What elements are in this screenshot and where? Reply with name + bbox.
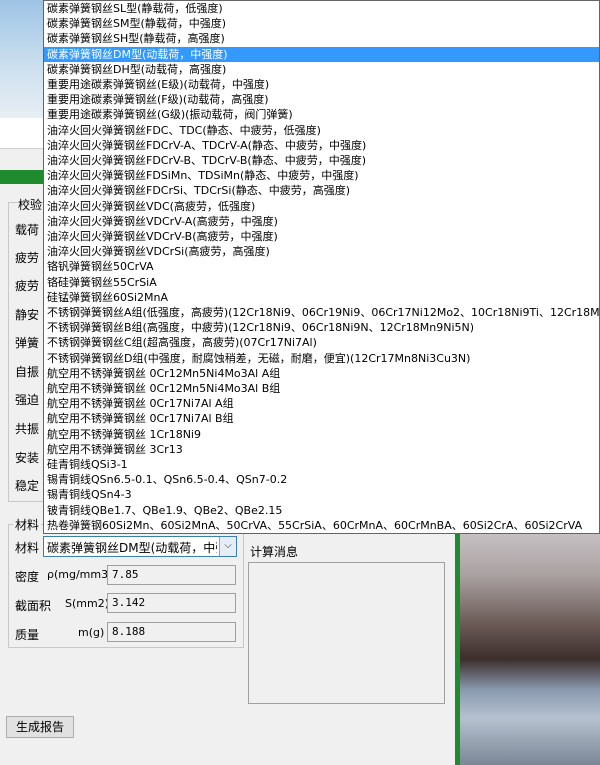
material-select[interactable]: 碳素弹簧钢丝DM型(动载荷，中强度) ⌵	[43, 536, 237, 557]
check-label: 疲劳	[15, 279, 40, 293]
dropdown-option[interactable]: 不锈钢弹簧钢丝A组(低强度，高疲劳)(12Cr18Ni9、06Cr19Ni9、0…	[44, 305, 599, 320]
dropdown-option[interactable]: 油淬火回火弹簧钢丝FDCrV-B、TDCrV-B(静态、中疲劳，中强度)	[44, 153, 599, 168]
dropdown-option[interactable]: 碳素弹簧钢丝SH型(静载荷，高强度)	[44, 31, 599, 46]
background-photo	[460, 530, 600, 765]
dropdown-option[interactable]: 碳素弹簧钢丝SM型(静载荷，中强度)	[44, 16, 599, 31]
dropdown-option[interactable]: 碳素弹簧钢丝SL型(静载荷，低强度)	[44, 1, 599, 16]
dropdown-option[interactable]: 油淬火回火弹簧钢丝VDC(高疲劳，低强度)	[44, 199, 599, 214]
dropdown-option[interactable]: 重要用途碳素弹簧钢丝(G级)(振动载荷，阀门弹簧)	[44, 107, 599, 122]
area-label: 截面积	[15, 599, 52, 613]
density-field[interactable]: 7.85	[107, 565, 236, 585]
check-label: 载荷	[15, 223, 40, 237]
check-label: 疲劳	[15, 251, 40, 265]
dropdown-option[interactable]: 油淬火回火弹簧钢丝FDCrV-A、TDCrV-A(静态、中疲劳，中强度)	[44, 138, 599, 153]
dropdown-option[interactable]: 油淬火回火弹簧钢丝VDCrV-A(高疲劳，中强度)	[44, 214, 599, 229]
area-symbol: S(mm2)	[65, 597, 109, 610]
check-label: 弹簧	[15, 336, 40, 350]
dropdown-option[interactable]: 铬硅弹簧钢丝55CrSiA	[44, 275, 599, 290]
dropdown-option[interactable]: 不锈钢弹簧钢丝D组(中强度，耐腐蚀稍差，无磁，耐磨，便宜)(12Cr17Mn8N…	[44, 351, 599, 366]
dropdown-option[interactable]: 航空用不锈弹簧钢丝 1Cr18Ni9	[44, 427, 599, 442]
mass-symbol: m(g)	[78, 626, 105, 639]
dropdown-option[interactable]: 碳素弹簧钢丝DH型(动载荷，高强度)	[44, 62, 599, 77]
check-label: 稳定	[15, 479, 40, 493]
calc-message-label: 计算消息	[250, 545, 299, 559]
density-label: 密度	[15, 570, 40, 584]
dropdown-option[interactable]: 不锈钢弹簧钢丝C组(超高强度，高疲劳)(07Cr17Ni7Al)	[44, 335, 599, 350]
check-label: 共振	[15, 422, 40, 436]
dropdown-option[interactable]: 油淬火回火弹簧钢丝VDCrV-B(高疲劳，中强度)	[44, 229, 599, 244]
dropdown-option[interactable]: 硅锰弹簧钢丝60Si2MnA	[44, 290, 599, 305]
check-label: 强迫	[15, 393, 40, 407]
material-group-title: 材料	[13, 516, 42, 533]
dropdown-option[interactable]: 航空用不锈弹簧钢丝 3Cr13	[44, 442, 599, 457]
chevron-down-icon[interactable]: ⌵	[219, 537, 236, 556]
calc-message-box[interactable]	[248, 562, 445, 704]
dropdown-option[interactable]: 铬钒弹簧钢丝50CrVA	[44, 259, 599, 274]
material-label: 材料	[15, 541, 40, 555]
dropdown-option[interactable]: 热卷弹簧钢60Si2Mn、60Si2MnA、50CrVA、55CrSiA、60C…	[44, 518, 599, 533]
check-label: 静安	[15, 308, 40, 322]
dropdown-option[interactable]: 油淬火回火弹簧钢丝FDCrSi、TDCrSi(静态、中疲劳，高强度)	[44, 183, 599, 198]
dropdown-option[interactable]: 铍青铜线QBe1.7、QBe1.9、QBe2、QBe2.15	[44, 503, 599, 518]
check-label: 校验	[18, 198, 43, 212]
dropdown-option[interactable]: 航空用不锈弹簧钢丝 0Cr12Mn5Ni4Mo3Al A组	[44, 366, 599, 381]
dropdown-option[interactable]: 油淬火回火弹簧钢丝FDSiMn、TDSiMn(静态、中疲劳，中强度)	[44, 168, 599, 183]
dropdown-option[interactable]: 碳素弹簧钢丝DM型(动载荷，中强度)	[44, 46, 599, 62]
mass-label: 质量	[15, 628, 40, 642]
material-dropdown-list[interactable]: 碳素弹簧钢丝SL型(静载荷，低强度) 碳素弹簧钢丝SM型(静载荷，中强度) 碳素弹簧…	[43, 0, 600, 534]
dropdown-option[interactable]: 不锈钢弹簧钢丝B组(高强度，中疲劳)(12Cr18Ni9、06Cr18Ni9N、…	[44, 320, 599, 335]
dropdown-option[interactable]: 航空用不锈弹簧钢丝 0Cr17Ni7Al B组	[44, 411, 599, 426]
dropdown-option[interactable]: 航空用不锈弹簧钢丝 0Cr12Mn5Ni4Mo3Al B组	[44, 381, 599, 396]
dropdown-option[interactable]: 硅青铜线QSi3-1	[44, 457, 599, 472]
area-field[interactable]: 3.142	[107, 593, 236, 613]
material-select-value: 碳素弹簧钢丝DM型(动载荷，中强度)	[47, 541, 217, 555]
density-symbol: ρ(mg/mm3)	[47, 568, 113, 581]
dropdown-option[interactable]: 油淬火回火弹簧钢丝FDC、TDC(静态、中疲劳，低强度)	[44, 123, 599, 138]
check-label: 自振	[15, 365, 40, 379]
dropdown-option[interactable]: 锡青铜线QSn4-3	[44, 487, 599, 502]
mass-field[interactable]: 8.188	[107, 622, 236, 642]
dropdown-option[interactable]: 航空用不锈弹簧钢丝 0Cr17Ni7Al A组	[44, 396, 599, 411]
dropdown-option[interactable]: 油淬火回火弹簧钢丝VDCrSi(高疲劳，高强度)	[44, 244, 599, 259]
dropdown-option[interactable]: 重要用途碳素弹簧钢丝(E级)(动载荷，中强度)	[44, 77, 599, 92]
dropdown-option[interactable]: 锡青铜线QSn6.5-0.1、QSn6.5-0.4、QSn7-0.2	[44, 472, 599, 487]
dropdown-option[interactable]: 重要用途碳素弹簧钢丝(F级)(动载荷，高强度)	[44, 92, 599, 107]
check-label: 安装	[15, 451, 40, 465]
generate-report-button[interactable]: 生成报告	[6, 716, 74, 738]
